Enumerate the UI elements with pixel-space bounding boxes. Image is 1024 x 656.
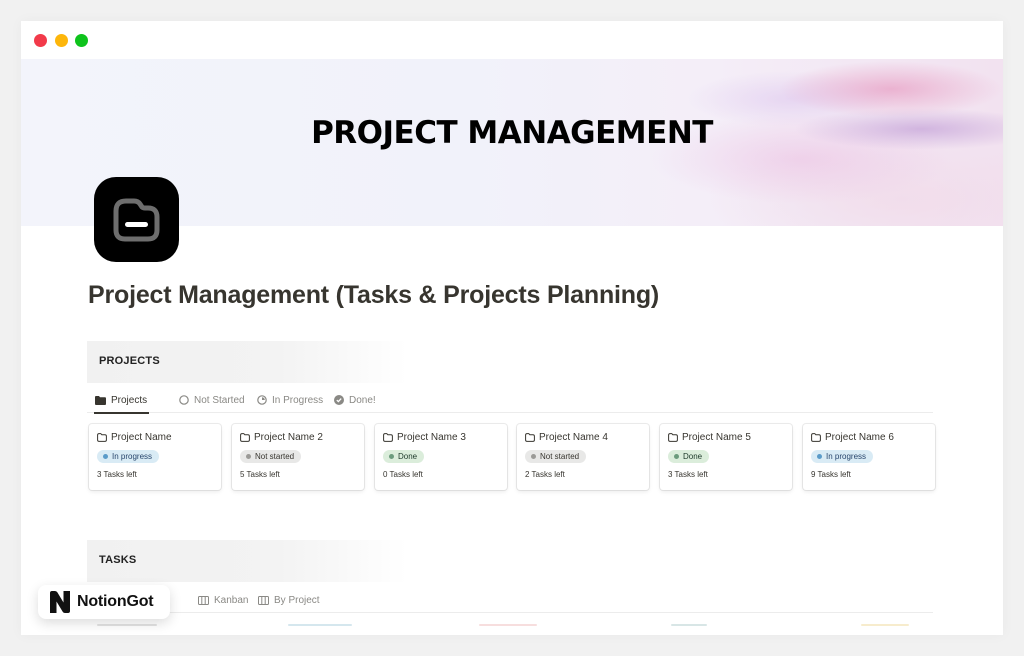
projects-view-tabs: Projects Not Started In Progress Done! (87, 387, 933, 414)
tab-label: In Progress (272, 394, 324, 406)
folder-icon (240, 433, 250, 442)
tab-done[interactable]: Done! (334, 387, 376, 413)
notiongot-logo-icon (49, 590, 71, 614)
folder-filled-icon (95, 395, 106, 405)
page-title: Project Management (Tasks & Projects Pla… (88, 281, 660, 309)
project-name: Project Name 3 (397, 432, 466, 443)
folder-icon (525, 433, 535, 442)
status-text: Not started (540, 452, 580, 461)
folder-icon (811, 433, 821, 442)
status-text: In progress (826, 452, 867, 461)
table-row-peek (479, 624, 537, 626)
tasks-left: 0 Tasks left (383, 470, 423, 479)
tasks-section-header: TASKS (87, 540, 407, 582)
board-icon (258, 595, 269, 605)
status-badge: Not started (240, 450, 302, 463)
card-title: Project Name 2 (240, 432, 323, 443)
minimize-window-button[interactable] (55, 34, 68, 47)
project-name: Project Name 6 (825, 432, 894, 443)
project-card[interactable]: Project Name 3 Done 0 Tasks left (375, 424, 507, 490)
folder-icon (113, 198, 160, 242)
zoom-window-button[interactable] (75, 34, 88, 47)
folder-icon (383, 433, 393, 442)
tab-kanban[interactable]: Kanban (198, 587, 248, 613)
project-card[interactable]: Project Name 2 Not started 5 Tasks left (232, 424, 364, 490)
tab-label: Kanban (214, 594, 249, 606)
tab-label: Not Started (194, 394, 245, 406)
status-dot (246, 454, 251, 459)
project-card[interactable]: Project Name 4 Not started 2 Tasks left (517, 424, 649, 490)
title-bar (21, 21, 1003, 59)
status-text: In progress (112, 452, 153, 461)
tasks-left: 2 Tasks left (525, 470, 565, 479)
status-text: Not started (255, 452, 295, 461)
table-row-peek (861, 624, 909, 626)
browser-window: PROJECT MANAGEMENT Project Management (T… (21, 21, 1003, 635)
tab-by-project[interactable]: By Project (258, 587, 320, 613)
card-title: Project Name 4 (525, 432, 608, 443)
projects-heading: PROJECTS (99, 355, 160, 367)
tasks-heading: TASKS (99, 554, 137, 566)
folder-icon (668, 433, 678, 442)
status-text: Done (683, 452, 703, 461)
project-card[interactable]: Project Name In progress 3 Tasks left (89, 424, 221, 490)
notiongot-brand-name: NotionGot (77, 593, 154, 610)
project-name: Project Name 4 (539, 432, 608, 443)
folder-icon (97, 433, 107, 442)
card-title: Project Name 3 (383, 432, 466, 443)
status-badge: In progress (97, 450, 160, 463)
status-dot (817, 454, 822, 459)
close-window-button[interactable] (34, 34, 47, 47)
status-dot (103, 454, 108, 459)
status-badge: Done (668, 450, 710, 463)
tab-projects[interactable]: Projects (93, 387, 150, 414)
circle-empty-icon (179, 395, 189, 405)
project-card[interactable]: Project Name 6 In progress 9 Tasks left (803, 424, 935, 490)
project-name: Project Name 2 (254, 432, 323, 443)
cover-title: PROJECT MANAGEMENT (311, 115, 713, 151)
tab-label: By Project (274, 594, 320, 606)
status-badge: Done (383, 450, 425, 463)
tasks-left: 3 Tasks left (668, 470, 708, 479)
table-row-peek (288, 624, 352, 626)
tab-not-started[interactable]: Not Started (179, 387, 245, 413)
status-dot (531, 454, 536, 459)
tasks-left: 5 Tasks left (240, 470, 280, 479)
tab-label: Done! (349, 394, 376, 406)
status-badge: Not started (525, 450, 587, 463)
project-card[interactable]: Project Name 5 Done 3 Tasks left (660, 424, 792, 490)
notiongot-badge[interactable]: NotionGot (38, 585, 170, 619)
projects-section-header: PROJECTS (87, 341, 407, 383)
status-badge: In progress (811, 450, 874, 463)
table-row-peek (671, 624, 707, 626)
circle-half-icon (257, 395, 267, 405)
project-name: Project Name (111, 432, 172, 443)
project-name: Project Name 5 (682, 432, 751, 443)
tasks-left: 3 Tasks left (97, 470, 137, 479)
page-icon[interactable] (94, 177, 179, 262)
card-title: Project Name 6 (811, 432, 894, 443)
table-row-peek (97, 624, 157, 626)
status-dot (674, 454, 679, 459)
tab-label: Projects (111, 394, 148, 406)
tasks-left: 9 Tasks left (811, 470, 851, 479)
status-dot (389, 454, 394, 459)
card-title: Project Name 5 (668, 432, 751, 443)
tab-in-progress[interactable]: In Progress (257, 387, 323, 413)
tasks-view-tabs: Table Kanban By Project (87, 587, 933, 614)
status-text: Done (398, 452, 418, 461)
card-title: Project Name (97, 432, 172, 443)
check-circle-icon (334, 395, 344, 405)
board-icon (198, 595, 209, 605)
